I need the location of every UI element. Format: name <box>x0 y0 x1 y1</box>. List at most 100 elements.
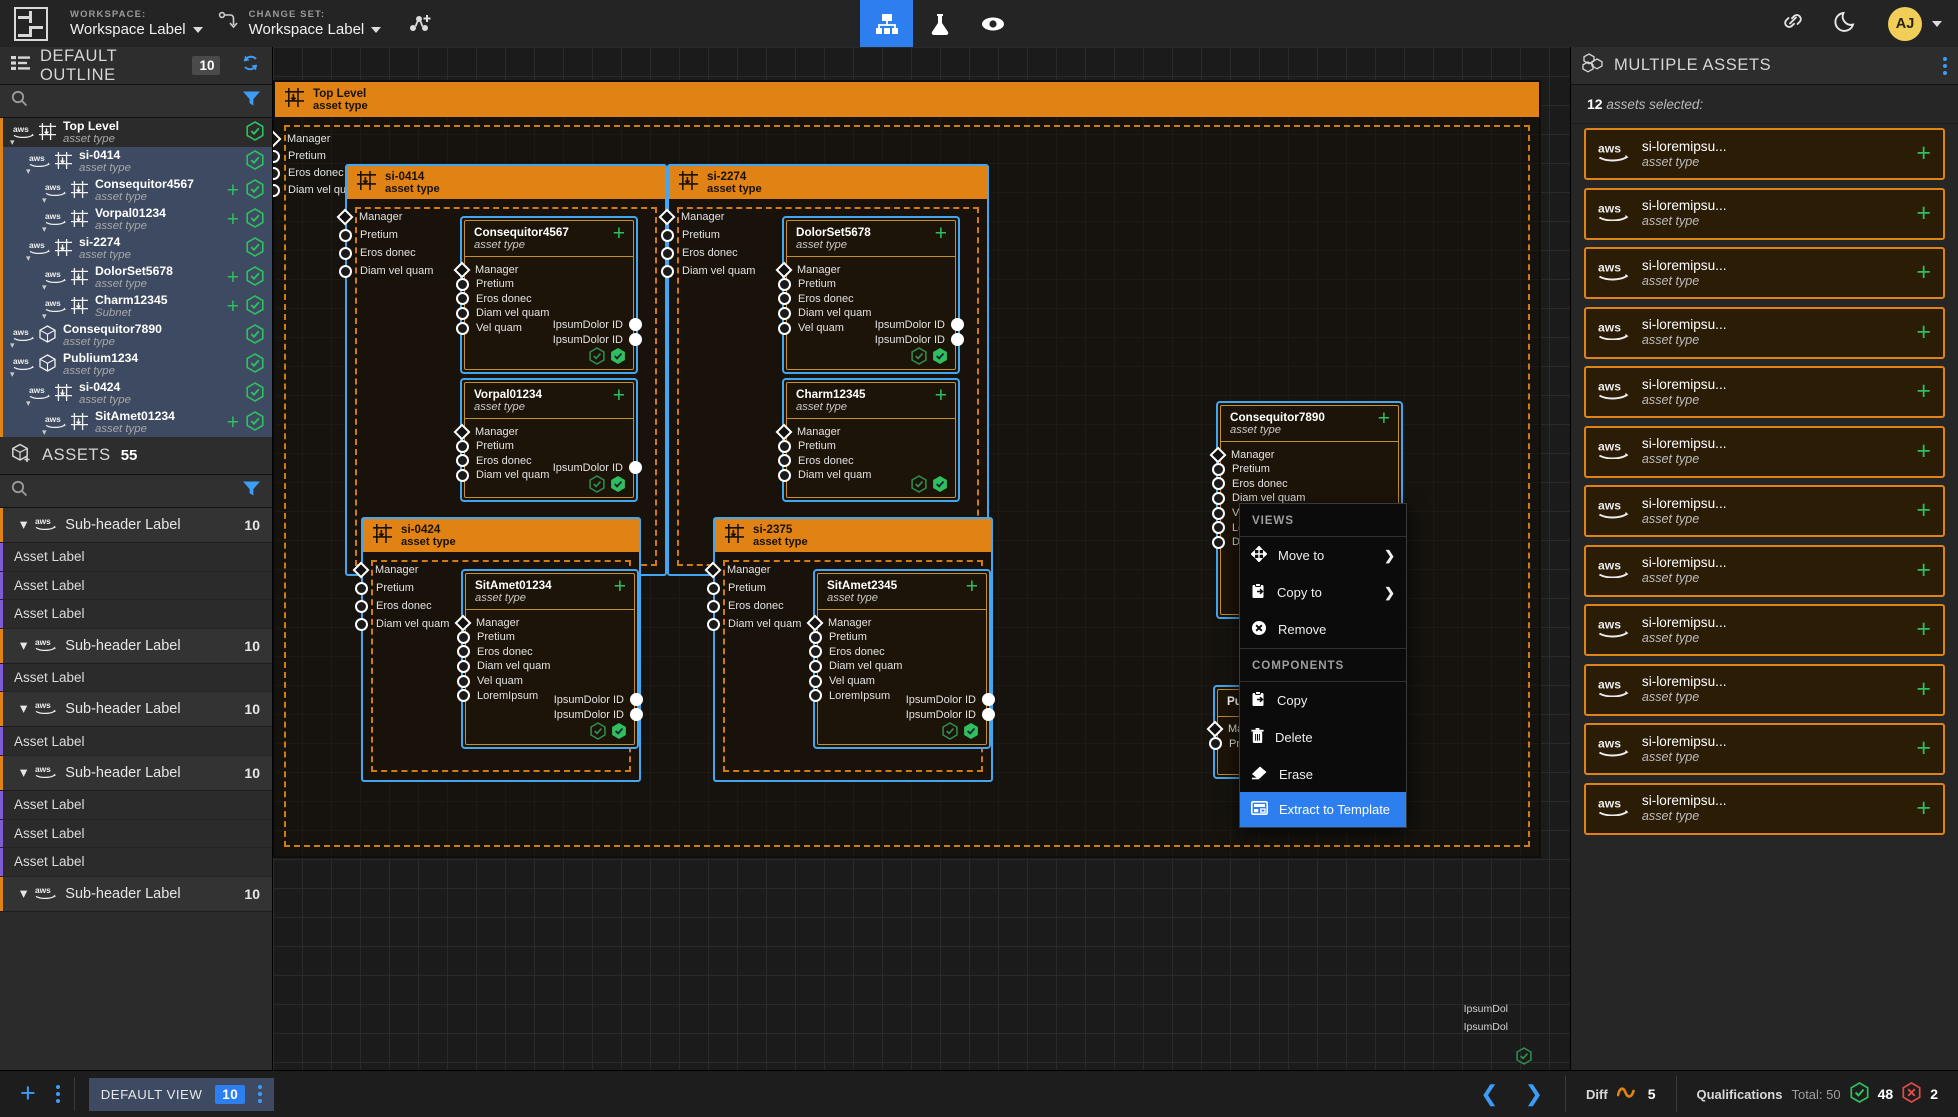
chevron-down-icon[interactable]: ▾ <box>20 638 27 654</box>
selected-asset-card[interactable]: aws si-loremipsu... asset type + <box>1584 306 1945 359</box>
frame-input-socket[interactable]: Pretium <box>661 228 720 243</box>
canvas-node-consequitor4567[interactable]: Consequitor4567 asset type + Manager Pretium… <box>453 216 642 374</box>
outline-row-sitamet01234[interactable]: aws SitAmet01234 asset type + ▾ <box>0 408 272 437</box>
asset-list-item[interactable]: Asset Label <box>0 790 272 820</box>
canvas-frame-si-0414[interactable]: si-0414 asset type Manager Pretium Eros done… <box>336 164 667 576</box>
output-socket[interactable]: IpsumDolor ID <box>466 692 643 707</box>
frame-input-socket[interactable]: Eros donec <box>355 599 432 614</box>
outline-row-consequitor7890[interactable]: aws Consequitor7890 asset type ▾ <box>0 321 272 350</box>
input-socket[interactable]: Eros donec <box>778 292 955 307</box>
canvas-node-vorpal01234[interactable]: Vorpal01234 asset type + Manager Pretium Eros… <box>453 378 642 502</box>
chevron-left-icon[interactable]: ❮ <box>1480 1083 1498 1105</box>
input-socket[interactable]: Pretium <box>457 630 634 645</box>
filter-icon[interactable] <box>242 480 261 502</box>
moon-icon[interactable] <box>1834 8 1860 39</box>
selected-asset-card[interactable]: aws si-loremipsu... asset type + <box>1584 247 1945 299</box>
outline-row-consequitor4567[interactable]: aws Consequitor4567 asset type + ▾ <box>0 176 272 205</box>
selected-asset-card[interactable]: aws si-loremipsu... asset type + <box>1584 425 1945 478</box>
input-socket[interactable]: Eros donec <box>456 292 633 307</box>
qualifications-status[interactable]: Qualifications Total: 50 48 2 <box>1675 1076 1958 1112</box>
input-socket[interactable]: Pretium <box>778 277 955 292</box>
output-socket[interactable]: IpsumDolor ID <box>818 692 995 707</box>
frame-input-socket[interactable]: Diam vel quam <box>707 617 801 632</box>
add-icon[interactable]: + <box>1916 260 1931 284</box>
selected-asset-card[interactable]: aws si-loremipsu... asset type + <box>1584 782 1945 835</box>
kebab-menu-icon[interactable] <box>1943 56 1947 75</box>
kebab-menu-icon[interactable] <box>258 1085 263 1103</box>
frame-input-socket[interactable]: Eros donec <box>707 599 784 614</box>
input-socket[interactable]: Manager <box>775 261 955 279</box>
diff-status[interactable]: Diff 5 <box>1565 1076 1675 1112</box>
context-menu-item-copy[interactable]: Copy <box>1240 682 1406 719</box>
chevron-down-icon[interactable]: ▾ <box>42 427 47 437</box>
context-menu-item-extract-to-template[interactable]: Extract to Template <box>1240 792 1406 827</box>
canvas-frame-si-2375[interactable]: si-2375 asset type Manager Pretium Eros done… <box>704 517 995 782</box>
add-icon[interactable]: + <box>1916 320 1931 344</box>
canvas-node-sitamet01234[interactable]: SitAmet01234 asset type + Manager Pretium Ero… <box>454 569 643 749</box>
frame-input-socket[interactable]: Manager <box>658 208 724 226</box>
changeset-selector[interactable]: CHANGE SET: Workspace Label <box>249 9 382 38</box>
selected-asset-card[interactable]: aws si-loremipsu... asset type + <box>1584 604 1945 656</box>
refresh-icon[interactable] <box>240 53 261 78</box>
canvas-node-sitamet2345[interactable]: SitAmet2345 asset type + Manager Pretium Eros… <box>806 569 995 749</box>
input-socket[interactable]: Pretium <box>1212 462 1398 477</box>
asset-list-item[interactable]: Asset Label <box>0 848 272 877</box>
add-icon[interactable]: + <box>1916 379 1931 403</box>
chevron-down-icon[interactable]: ▾ <box>20 701 27 717</box>
input-socket[interactable]: Manager <box>775 423 955 441</box>
selected-asset-card[interactable]: aws si-loremipsu... asset type + <box>1584 366 1945 418</box>
frame-input-socket[interactable]: Diam vel quam <box>339 264 433 279</box>
selected-asset-card[interactable]: aws si-loremipsu... asset type + <box>1584 663 1945 716</box>
outline-row-si-0414[interactable]: aws si-0414 asset type ▾ <box>0 147 272 176</box>
changeset-value-row[interactable]: Workspace Label <box>249 21 382 38</box>
tab-lab[interactable] <box>913 0 966 47</box>
diagram-canvas[interactable]: Top Level asset type Manager Pretium Eros do… <box>273 47 1570 1070</box>
context-menu-item-delete[interactable]: Delete <box>1240 719 1406 756</box>
context-menu-item-copy-to[interactable]: Copy to ❯ <box>1240 574 1406 611</box>
asset-list-item[interactable]: Asset Label <box>0 663 272 693</box>
user-menu[interactable]: AJ <box>1888 6 1942 41</box>
input-socket[interactable]: Eros donec <box>809 645 986 660</box>
frame-input-socket[interactable]: Manager <box>273 130 330 148</box>
frame-input-socket[interactable]: Manager <box>352 561 418 579</box>
selected-asset-card[interactable]: aws si-loremipsu... asset type + <box>1584 544 1945 597</box>
input-socket[interactable]: Eros donec <box>778 454 955 469</box>
add-icon[interactable]: + <box>935 385 947 406</box>
input-socket[interactable]: Pretium <box>809 630 986 645</box>
outline-row-top level[interactable]: aws Top Level asset type ▾ <box>0 118 272 147</box>
output-socket[interactable]: IpsumDolor ID <box>465 317 642 332</box>
input-socket[interactable]: Pretium <box>456 439 633 454</box>
selected-asset-card[interactable]: aws si-loremipsu... asset type + <box>1584 723 1945 775</box>
chevron-down-icon[interactable]: ▾ <box>20 765 27 781</box>
add-icon[interactable]: + <box>1378 408 1390 429</box>
outline-search-input[interactable] <box>36 93 234 109</box>
input-socket[interactable]: Eros donec <box>1212 477 1398 492</box>
outline-row-si-0424[interactable]: aws si-0424 asset type ▾ <box>0 379 272 408</box>
canvas-frame-si-2274[interactable]: si-2274 asset type Manager Pretium Eros done… <box>658 164 989 576</box>
add-icon[interactable]: + <box>614 576 626 597</box>
asset-list-item[interactable]: Asset Label <box>0 543 272 572</box>
add-icon[interactable]: + <box>613 223 625 244</box>
frame-input-socket[interactable]: Pretium <box>707 581 766 596</box>
add-icon[interactable]: + <box>1916 498 1931 522</box>
assets-search-bar[interactable] <box>0 475 272 508</box>
add-icon[interactable]: + <box>227 209 239 230</box>
outline-row-si-2274[interactable]: aws si-2274 asset type ▾ <box>0 234 272 263</box>
outline-row-charm12345[interactable]: aws Charm12345 Subnet + ▾ <box>0 292 272 321</box>
frame-input-socket[interactable]: Pretium <box>355 581 414 596</box>
input-socket[interactable]: Pretium <box>778 439 955 454</box>
add-view-button[interactable]: + <box>20 1080 36 1107</box>
chevron-down-icon[interactable]: ▾ <box>20 886 27 902</box>
frame-input-socket[interactable]: Pretium <box>273 149 326 164</box>
add-icon[interactable]: + <box>227 180 239 201</box>
context-menu-item-remove[interactable]: Remove <box>1240 611 1406 648</box>
add-icon[interactable]: + <box>1916 141 1931 165</box>
add-icon[interactable]: + <box>966 576 978 597</box>
app-logo[interactable] <box>14 6 48 41</box>
asset-group-header[interactable]: ▾ aws Sub-header Label 10 <box>0 508 272 543</box>
workspace-selector[interactable]: WORKSPACE: Workspace Label <box>70 9 203 38</box>
canvas-node-dolorset5678[interactable]: DolorSet5678 asset type + Manager Pretium Ero… <box>775 216 964 374</box>
workspace-value-row[interactable]: Workspace Label <box>70 21 203 38</box>
frame-input-socket[interactable]: Diam vel quam <box>355 617 449 632</box>
input-socket[interactable]: Vel quam <box>457 674 634 689</box>
